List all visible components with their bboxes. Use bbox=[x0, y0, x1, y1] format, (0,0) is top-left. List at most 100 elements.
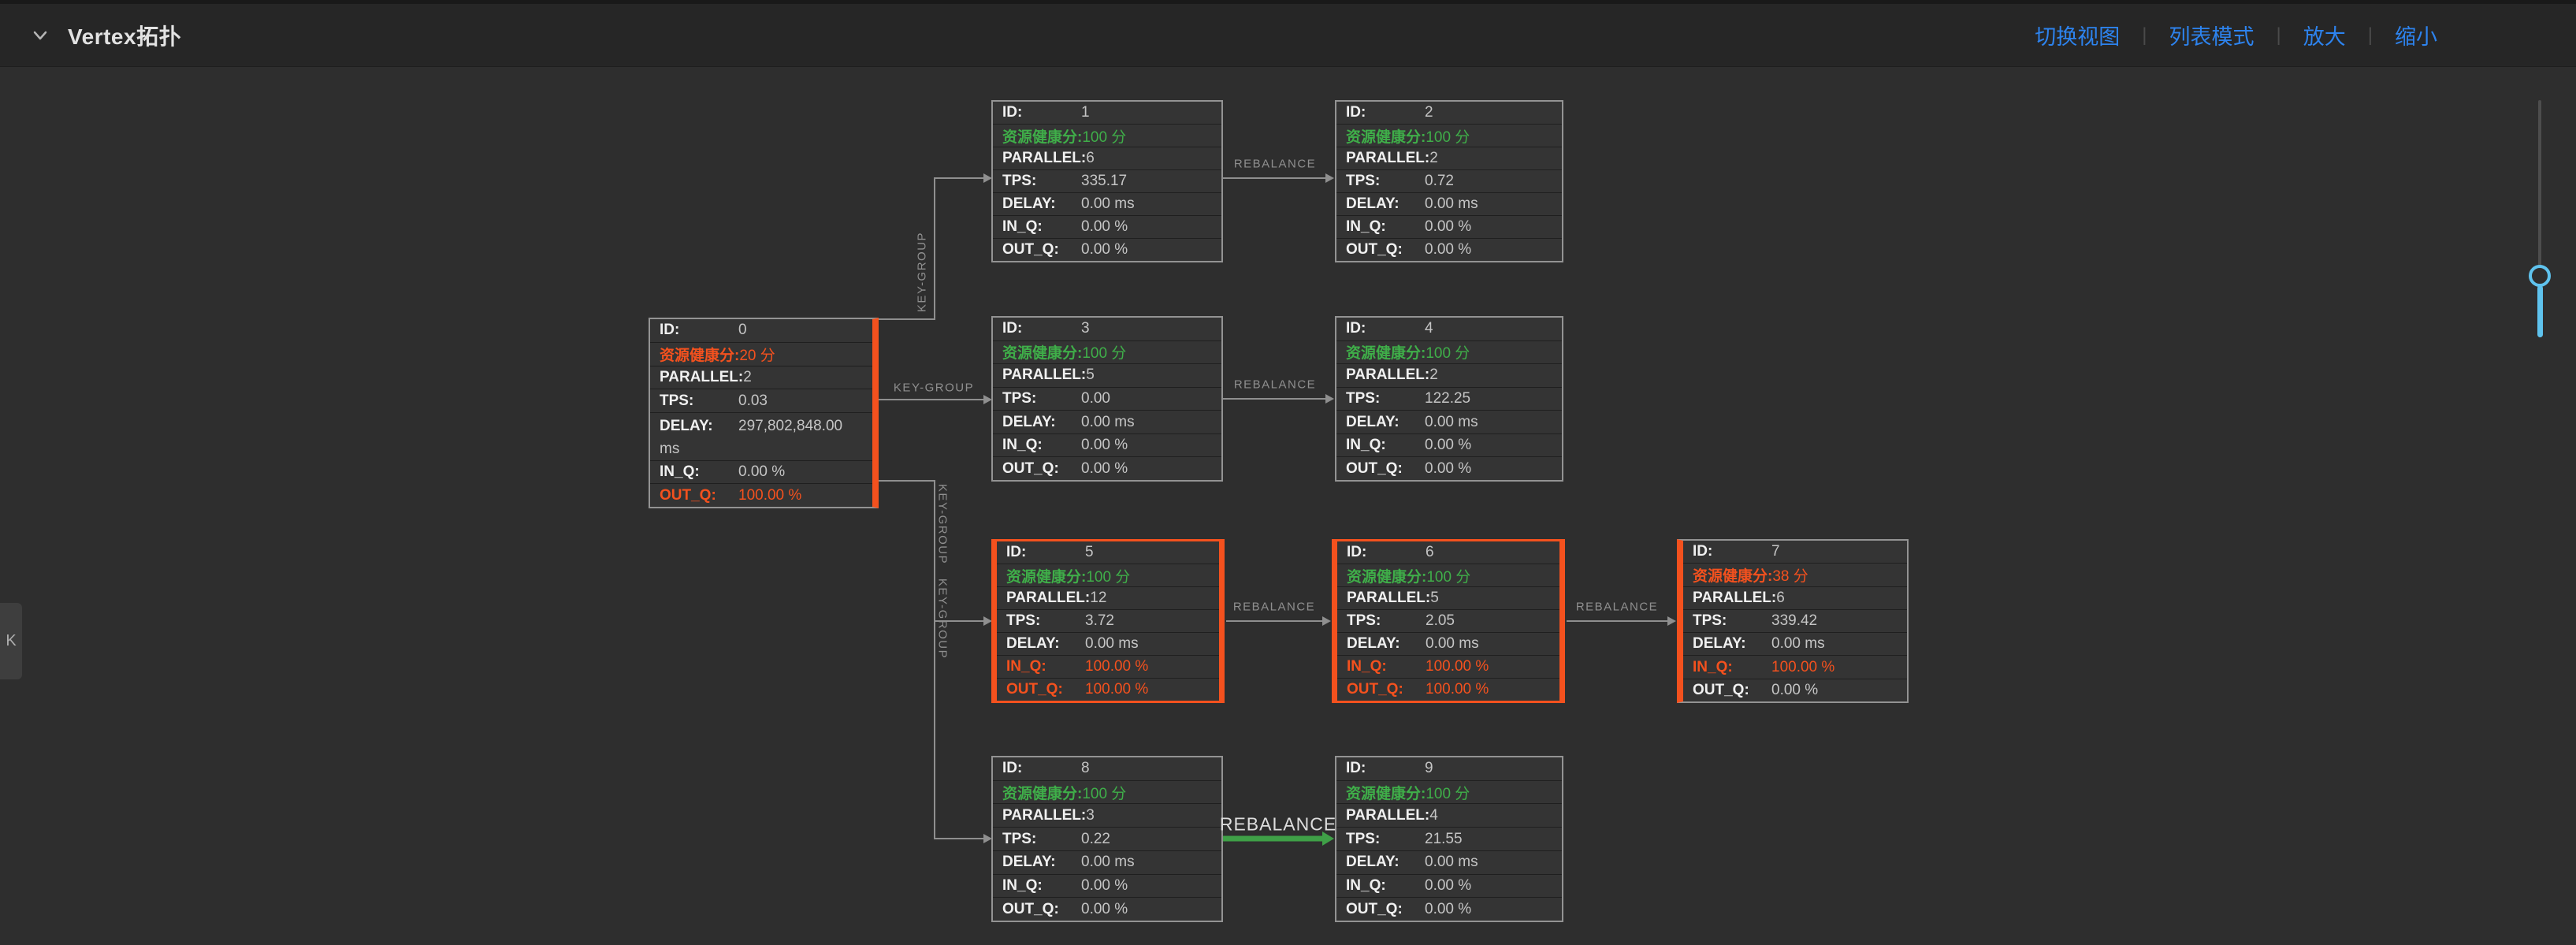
row-key: 资源健康分: bbox=[1002, 125, 1082, 147]
row-key: OUT_Q: bbox=[1346, 901, 1425, 918]
vertex-node-2[interactable]: ID:2资源健康分:100 分PARALLEL:2TPS:0.72DELAY:0… bbox=[1335, 100, 1563, 262]
topology-canvas[interactable]: K ID:0资源健康分:20 分PARALLEL:2TPS:0.03DELAY:… bbox=[0, 67, 2576, 945]
vertex-node-9[interactable]: ID:9资源健康分:100 分PARALLEL:4TPS:21.55DELAY:… bbox=[1335, 756, 1563, 922]
vertex-node-7[interactable]: ID:7资源健康分:38 分PARALLEL:6TPS:339.42DELAY:… bbox=[1677, 539, 1909, 703]
row-key: DELAY: bbox=[1347, 635, 1426, 653]
node-row: TPS:21.55 bbox=[1336, 827, 1562, 850]
node-rows: ID:4资源健康分:100 分PARALLEL:2TPS:122.25DELAY… bbox=[1336, 318, 1562, 480]
node-row: ID:6 bbox=[1337, 541, 1559, 564]
node-row: OUT_Q:0.00 % bbox=[1336, 897, 1562, 921]
row-key: ID: bbox=[1347, 544, 1426, 561]
node-row: PARALLEL:2 bbox=[650, 366, 872, 389]
row-value: 6 bbox=[1426, 544, 1552, 561]
toolbar-separator: | bbox=[2368, 24, 2373, 47]
edge-label-0-1: KEY-GROUP bbox=[916, 232, 929, 312]
row-key: IN_Q: bbox=[1347, 658, 1426, 675]
row-value: 100 分 bbox=[1426, 782, 1554, 803]
node-row: DELAY:0.00 ms bbox=[1683, 632, 1907, 655]
node-row: ID:4 bbox=[1336, 318, 1562, 340]
node-rows: ID:2资源健康分:100 分PARALLEL:2TPS:0.72DELAY:0… bbox=[1336, 102, 1562, 261]
row-key: 资源健康分: bbox=[1002, 782, 1082, 803]
row-key: IN_Q: bbox=[1693, 659, 1771, 676]
vertex-node-0[interactable]: ID:0资源健康分:20 分PARALLEL:2TPS:0.03DELAY:29… bbox=[649, 318, 879, 508]
zoom-in-button[interactable]: 放大 bbox=[2303, 20, 2346, 50]
row-value: 7 bbox=[1771, 543, 1899, 560]
node-row: ID:5 bbox=[997, 541, 1219, 564]
node-row: DELAY:0.00 ms bbox=[1336, 192, 1562, 215]
node-row: OUT_Q:100.00 % bbox=[650, 483, 872, 507]
zoom-out-button[interactable]: 缩小 bbox=[2395, 20, 2437, 50]
node-row: 资源健康分:100 分 bbox=[1336, 780, 1562, 804]
vertex-node-6[interactable]: ID:6资源健康分:100 分PARALLEL:5TPS:2.05DELAY:0… bbox=[1332, 539, 1565, 703]
row-key: DELAY: bbox=[1002, 414, 1081, 431]
chevron-down-icon[interactable] bbox=[28, 24, 52, 47]
row-value: 0.00 % bbox=[1425, 218, 1554, 236]
list-mode-button[interactable]: 列表模式 bbox=[2169, 20, 2254, 50]
row-value: 0.00 % bbox=[1081, 218, 1214, 236]
row-value: 0.00 ms bbox=[1085, 635, 1211, 653]
row-key: DELAY: bbox=[1346, 414, 1425, 431]
row-key: DELAY: bbox=[1693, 635, 1771, 653]
node-row: DELAY:0.00 ms bbox=[997, 632, 1219, 655]
row-value: 21.55 bbox=[1425, 831, 1554, 848]
row-value: 2 bbox=[1429, 366, 1554, 384]
edge-arrow-3-4 bbox=[1325, 394, 1334, 404]
node-row: TPS:335.17 bbox=[993, 169, 1221, 192]
row-value: 100.00 % bbox=[1426, 658, 1552, 675]
node-row: IN_Q:0.00 % bbox=[993, 215, 1221, 238]
row-value: 0.00 % bbox=[1081, 877, 1214, 895]
row-key: IN_Q: bbox=[1006, 658, 1085, 675]
row-value: 0.00 ms bbox=[1425, 414, 1554, 431]
switch-view-button[interactable]: 切换视图 bbox=[2035, 20, 2120, 50]
edge-label-0-8: KEY-GROUP bbox=[936, 579, 950, 659]
collapsed-panel-tab[interactable]: K bbox=[0, 603, 22, 679]
row-value: 5 bbox=[1086, 366, 1214, 384]
zoom-slider-knob[interactable] bbox=[2529, 265, 2551, 287]
row-key: ID: bbox=[660, 322, 738, 339]
row-key: IN_Q: bbox=[1346, 877, 1425, 895]
row-key: TPS: bbox=[1006, 612, 1085, 630]
row-value: 100.00 % bbox=[1771, 659, 1899, 676]
node-row: DELAY:0.00 ms bbox=[993, 410, 1221, 433]
row-value: 0.00 ms bbox=[1081, 414, 1214, 431]
row-value: 5 bbox=[1085, 544, 1211, 561]
row-key: PARALLEL: bbox=[1006, 590, 1090, 607]
row-value: 0.00 ms bbox=[1425, 854, 1554, 871]
row-key: ID: bbox=[1346, 104, 1425, 121]
row-value: 122.25 bbox=[1425, 390, 1554, 407]
row-value: 6 bbox=[1776, 590, 1899, 607]
zoom-slider-fill bbox=[2537, 285, 2543, 337]
row-value: 3.72 bbox=[1085, 612, 1211, 630]
row-key: 资源健康分: bbox=[660, 344, 739, 365]
row-value: 0.00 % bbox=[738, 463, 864, 481]
row-key: OUT_Q: bbox=[1693, 682, 1771, 699]
node-row: ID:3 bbox=[993, 318, 1221, 340]
node-rows: ID:1资源健康分:100 分PARALLEL:6TPS:335.17DELAY… bbox=[993, 102, 1221, 261]
node-row: PARALLEL:6 bbox=[993, 147, 1221, 169]
row-key: PARALLEL: bbox=[1002, 807, 1086, 824]
row-value: 0.22 bbox=[1081, 831, 1214, 848]
node-row: PARALLEL:2 bbox=[1336, 147, 1562, 169]
row-value: 8 bbox=[1081, 760, 1214, 777]
panel-header: Vertex拓扑 切换视图 | 列表模式 | 放大 | 缩小 bbox=[0, 0, 2576, 67]
vertex-node-5[interactable]: ID:5资源健康分:100 分PARALLEL:12TPS:3.72DELAY:… bbox=[991, 539, 1225, 703]
vertex-node-1[interactable]: ID:1资源健康分:100 分PARALLEL:6TPS:335.17DELAY… bbox=[991, 100, 1223, 262]
row-value: 0.00 ms bbox=[1771, 635, 1899, 653]
node-row: DELAY:0.00 ms bbox=[1336, 410, 1562, 433]
row-key: TPS: bbox=[1693, 612, 1771, 630]
row-key: PARALLEL: bbox=[660, 369, 743, 386]
row-key: IN_Q: bbox=[1346, 218, 1425, 236]
node-row: ID:2 bbox=[1336, 102, 1562, 124]
vertex-node-4[interactable]: ID:4资源健康分:100 分PARALLEL:2TPS:122.25DELAY… bbox=[1335, 316, 1563, 482]
node-row: TPS:3.72 bbox=[997, 609, 1219, 632]
node-rows: ID:9资源健康分:100 分PARALLEL:4TPS:21.55DELAY:… bbox=[1336, 757, 1562, 921]
row-key: 资源健康分: bbox=[1006, 565, 1086, 586]
row-key: DELAY: bbox=[1006, 635, 1085, 653]
row-value: 100 分 bbox=[1082, 341, 1214, 363]
node-rows: ID:3资源健康分:100 分PARALLEL:5TPS:0.00DELAY:0… bbox=[993, 318, 1221, 480]
vertex-node-3[interactable]: ID:3资源健康分:100 分PARALLEL:5TPS:0.00DELAY:0… bbox=[991, 316, 1223, 482]
row-key: ID: bbox=[1002, 104, 1081, 121]
vertex-node-8[interactable]: ID:8资源健康分:100 分PARALLEL:3TPS:0.22DELAY:0… bbox=[991, 756, 1223, 922]
row-key: DELAY: bbox=[660, 415, 738, 437]
row-key: PARALLEL: bbox=[1346, 150, 1429, 167]
